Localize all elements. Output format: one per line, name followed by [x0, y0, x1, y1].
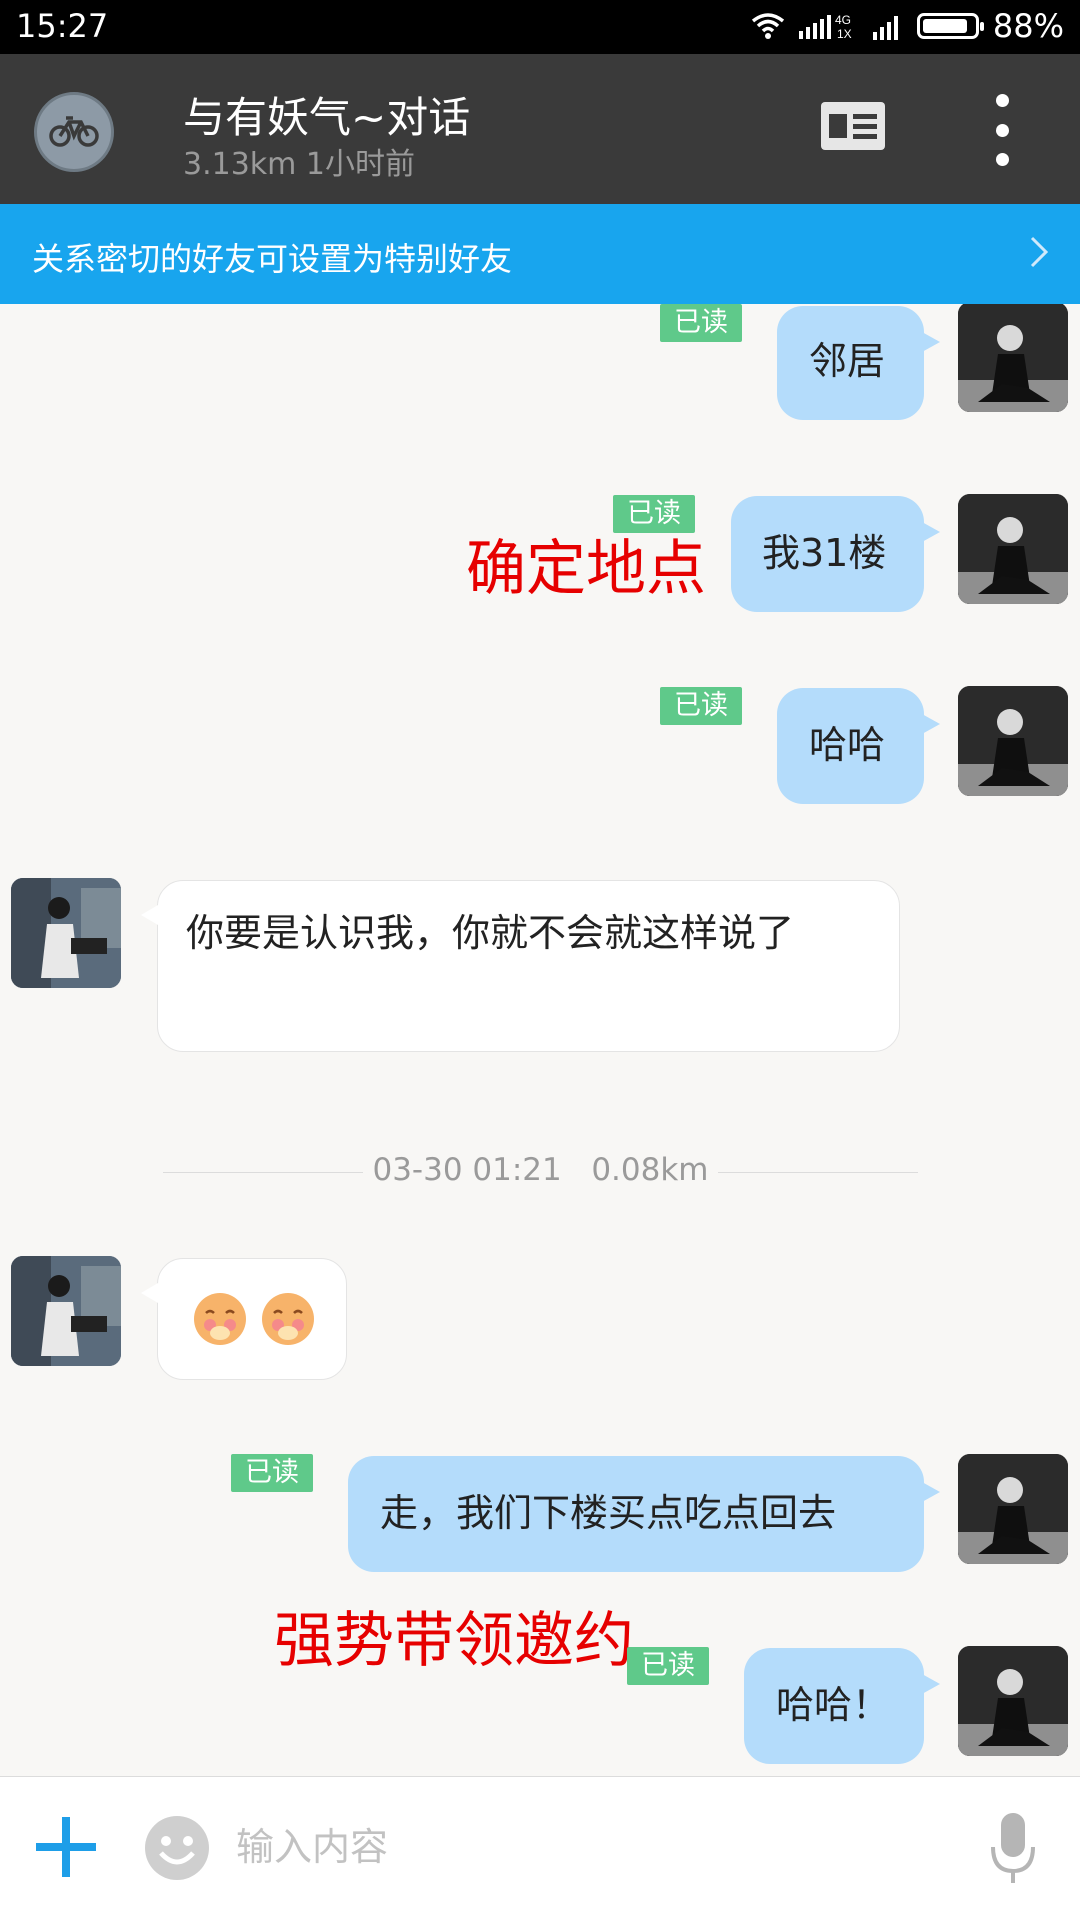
battery-percentage: 88% — [992, 7, 1064, 45]
more-options-button[interactable] — [990, 94, 1014, 166]
message-bubble-sent[interactable]: 邻居 — [777, 306, 940, 420]
signal-4g-icon: 4G 1X — [798, 11, 859, 41]
separator-time: 03-30 01:21 — [372, 1152, 562, 1188]
separator-distance: 0.08km — [591, 1152, 709, 1188]
signal-strength-icon — [872, 12, 903, 40]
chat-header: 与有妖气~对话 3.13km 1小时前 — [0, 54, 1080, 204]
chat-subtitle: 3.13km 1小时前 — [183, 147, 416, 182]
status-icons: 4G 1X 88% — [751, 7, 1064, 45]
wifi-icon — [751, 12, 785, 40]
read-receipt: 已读 — [627, 1647, 709, 1685]
more-vertical-icon-dot — [995, 153, 1009, 166]
message-bubble-sent[interactable]: 哈哈 — [777, 688, 940, 804]
blushing-emoji — [192, 1293, 318, 1356]
message-text: 我31楼 — [762, 531, 887, 575]
my-avatar[interactable] — [958, 494, 1068, 604]
status-bar: 15:27 4G 1X 88% — [0, 0, 1080, 54]
message-bubble-received[interactable] — [141, 1258, 347, 1380]
my-avatar[interactable] — [958, 1454, 1068, 1564]
status-time: 15:27 — [16, 7, 109, 45]
annotation-strong-invite: 强势带领邀约 — [274, 1606, 634, 1676]
microphone-icon — [988, 1813, 1038, 1893]
peer-avatar[interactable] — [11, 878, 121, 988]
emoji-icon — [144, 1816, 210, 1885]
voice-input-button[interactable] — [988, 1809, 1038, 1889]
chat-title: 与有妖气~对话 — [183, 93, 471, 142]
message-text: 哈哈！ — [776, 1683, 891, 1727]
add-attachment-button[interactable] — [34, 1815, 98, 1879]
separator-text: 03-30 01:21 0.08km — [163, 1152, 918, 1188]
my-avatar[interactable] — [958, 304, 1068, 412]
more-vertical-icon-dot — [995, 123, 1009, 137]
message-text: 你要是认识我，你就不会就这样说了 — [186, 911, 795, 955]
banner-text: 关系密切的好友可设置为特别好友 — [32, 240, 513, 278]
message-text: 走，我们下楼买点吃点回去 — [380, 1491, 837, 1535]
message-bubble-received[interactable]: 你要是认识我，你就不会就这样说了 — [141, 880, 900, 1052]
chevron-right-icon — [1028, 230, 1050, 282]
read-receipt: 已读 — [660, 304, 742, 342]
message-input-bar: 输入内容 — [0, 1776, 1080, 1921]
message-input[interactable]: 输入内容 — [236, 1817, 956, 1877]
time-separator: 03-30 01:21 0.08km — [163, 1152, 918, 1192]
contact-avatar[interactable] — [34, 92, 114, 172]
profile-card-button[interactable] — [820, 102, 886, 154]
read-receipt: 已读 — [660, 687, 742, 725]
chat-message-list[interactable]: 已读 邻居 已读 确定地点 我31楼 已读 哈哈 你要是认识我，你就不会就这样说… — [0, 304, 1080, 1776]
profile-card-icon — [821, 102, 885, 154]
peer-avatar[interactable] — [11, 1256, 121, 1366]
message-bubble-sent[interactable]: 走，我们下楼买点吃点回去 — [348, 1456, 940, 1572]
annotation-confirm-location: 确定地点 — [466, 534, 706, 604]
message-bubble-sent[interactable]: 哈哈！ — [744, 1648, 940, 1764]
svg-text:4G: 4G — [835, 13, 851, 27]
more-vertical-icon — [995, 94, 1009, 107]
svg-text:1X: 1X — [837, 27, 852, 41]
message-text: 哈哈 — [809, 723, 886, 767]
message-text: 邻居 — [809, 339, 886, 383]
my-avatar[interactable] — [958, 686, 1068, 796]
read-receipt: 已读 — [231, 1454, 313, 1492]
special-friend-banner[interactable]: 关系密切的好友可设置为特别好友 — [0, 204, 1080, 304]
my-avatar[interactable] — [958, 1646, 1068, 1756]
message-bubble-sent[interactable]: 我31楼 — [731, 496, 940, 612]
plus-icon — [34, 1817, 98, 1883]
battery-icon — [916, 13, 984, 39]
emoji-button[interactable] — [144, 1815, 210, 1881]
bicycle-icon — [49, 112, 99, 152]
